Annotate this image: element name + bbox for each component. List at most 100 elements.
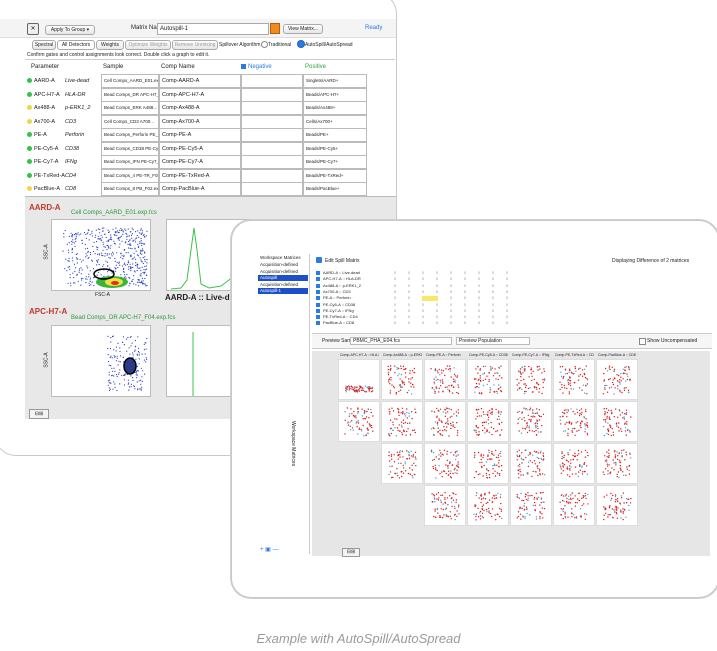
negative-gate-field[interactable] xyxy=(241,141,303,156)
matrix-cell[interactable]: 0 xyxy=(422,308,424,314)
matrix-cell[interactable]: 0 xyxy=(436,283,438,289)
matrix-cell[interactable]: 0 xyxy=(450,302,452,308)
matrix-cell[interactable]: 0 xyxy=(436,320,438,326)
comp-name-field[interactable]: Comp-PE-Cy7-A xyxy=(159,155,241,169)
tab-spectral[interactable]: Spectral xyxy=(32,40,56,50)
compensation-plot[interactable] xyxy=(596,443,638,484)
comp-name-field[interactable]: Comp-Ax700-A xyxy=(159,114,241,129)
tree-item[interactable]: Autospill-1 xyxy=(258,288,308,294)
table-row[interactable]: AARD-ALive-deadCell Comps_AARD_E01.exp.f… xyxy=(25,74,395,88)
tree-item[interactable]: Autospill xyxy=(258,275,308,281)
matrix-cell[interactable]: 0 xyxy=(506,289,508,295)
comp-name-field[interactable]: Comp-PacBlue-A xyxy=(159,182,241,196)
table-row[interactable]: Ax700-A CD3 Cell Comps_CD3 A700... Comp-Ax7… xyxy=(25,114,395,129)
compensation-plot[interactable] xyxy=(467,401,509,442)
compensation-plot[interactable] xyxy=(510,443,552,484)
tree-item[interactable]: Acquisition-defined xyxy=(258,262,308,268)
compensation-plot[interactable] xyxy=(510,359,552,400)
matrix-cell[interactable]: 0 xyxy=(478,308,480,314)
matrix-cell[interactable]: 0 xyxy=(450,295,452,301)
sample-select[interactable]: Bead Comps_8 PB_F02.exp.fcs xyxy=(101,182,159,196)
tab-weights[interactable]: Weights xyxy=(96,40,124,50)
positive-gate-field[interactable]: Cells/Ax700+ xyxy=(303,114,367,129)
compensation-plot[interactable] xyxy=(467,485,509,526)
matrix-cell[interactable]: 0 xyxy=(506,308,508,314)
matrix-cell[interactable]: 0 xyxy=(450,314,452,320)
tab-optimize-weights[interactable]: Optimize Weights xyxy=(125,40,171,50)
row-checkbox[interactable] xyxy=(316,315,320,320)
row-checkbox[interactable] xyxy=(316,277,320,282)
comp-name-field[interactable]: Comp-Ax488-A xyxy=(159,101,241,115)
matrix-cell[interactable]: 0 xyxy=(478,276,480,282)
positive-gate-field[interactable]: Beads/Ax488+ xyxy=(303,101,367,115)
matrix-cell[interactable]: 0 xyxy=(506,276,508,282)
tab-all-detectors[interactable]: All Detectors xyxy=(57,40,95,50)
matrix-cell[interactable]: 0 xyxy=(492,283,494,289)
zoom-controls-2[interactable]: ⊟⊞ xyxy=(342,548,360,557)
matrix-cell[interactable]: 0 xyxy=(450,320,452,326)
matrix-cell[interactable]: 0 xyxy=(464,308,466,314)
compensation-plot[interactable] xyxy=(338,359,380,400)
compensation-plot[interactable] xyxy=(596,485,638,526)
matrix-cell[interactable]: 0 xyxy=(492,320,494,326)
compensation-plot[interactable] xyxy=(553,443,595,484)
compensation-plot[interactable] xyxy=(424,485,466,526)
table-row[interactable]: PE-Cy5-ACD38Bead Comps_CD38 PE-Cy5_F05.e… xyxy=(25,141,395,156)
positive-gate-field[interactable]: Beads/PE+ xyxy=(303,128,367,142)
matrix-cell[interactable]: 0 xyxy=(506,320,508,326)
matrix-cell[interactable]: 0 xyxy=(422,314,424,320)
compensation-plot[interactable] xyxy=(553,485,595,526)
compensation-plot[interactable] xyxy=(596,359,638,400)
matrix-cell[interactable]: 0 xyxy=(394,302,396,308)
negative-gate-field[interactable] xyxy=(241,155,303,169)
matrix-cell[interactable]: 0 xyxy=(436,289,438,295)
negative-gate-field[interactable] xyxy=(241,87,303,102)
scatter-plot-apc[interactable] xyxy=(51,325,151,397)
tab-remove-unmixing[interactable]: Remove Unmixing xyxy=(172,40,218,50)
compensation-plot[interactable] xyxy=(424,359,466,400)
matrix-cell[interactable]: 0 xyxy=(436,270,438,276)
matrix-cell[interactable]: 0 xyxy=(408,320,410,326)
row-checkbox[interactable] xyxy=(316,271,320,275)
matrix-cell[interactable]: 0 xyxy=(450,308,452,314)
matrix-cell[interactable]: 0 xyxy=(394,270,396,276)
matrix-cell[interactable]: 0 xyxy=(506,270,508,276)
matrix-cell[interactable]: 0 xyxy=(464,320,466,326)
matrix-cell[interactable]: 0 xyxy=(464,314,466,320)
matrix-cell[interactable]: 0 xyxy=(464,295,466,301)
row-checkbox[interactable] xyxy=(316,289,320,294)
compensation-plot[interactable] xyxy=(467,359,509,400)
sample-select[interactable]: Bead Comps_Perforin PE_F06.exp.fcs xyxy=(101,128,159,142)
sample-select[interactable]: Bead Comps_DR APC-H7_F04.exp.fcs xyxy=(101,87,159,102)
table-row[interactable]: PE-TxRed-ACD4Bead Comps_4 PE-TR_F08.exp.… xyxy=(25,168,395,183)
compensation-plot[interactable] xyxy=(553,401,595,442)
matrix-cell[interactable]: 0 xyxy=(506,314,508,320)
tree-item[interactable]: Acquisition-defined xyxy=(258,269,308,275)
matrix-cell[interactable]: 0 xyxy=(450,283,452,289)
table-row[interactable]: APC-H7-AHLA-DRBead Comps_DR APC-H7_F04.e… xyxy=(25,87,395,102)
positive-gate-field[interactable]: Singlets/AARD+ xyxy=(303,74,367,88)
matrix-cell[interactable]: 0 xyxy=(492,276,494,282)
matrix-cell[interactable]: 0 xyxy=(478,270,480,276)
matrix-cell[interactable]: 0 xyxy=(408,270,410,276)
matrix-cell[interactable]: 0 xyxy=(506,295,508,301)
compensation-plot[interactable] xyxy=(338,401,380,442)
positive-gate-field[interactable]: Beads/PacBlue+ xyxy=(303,182,367,196)
matrix-cell[interactable]: 0 xyxy=(408,289,410,295)
sample-select[interactable]: Cell Comps_AARD_E01.exp.fcs xyxy=(101,74,159,88)
preview-sample-select[interactable]: PBMC_PHA_E04.fcs xyxy=(350,337,452,345)
matrix-cell[interactable]: 0 xyxy=(408,295,410,301)
matrix-cell[interactable]: 0 xyxy=(506,302,508,308)
table-row[interactable]: Ax488-A p-ERK1_2 Bead Comps_ERK A488... Com… xyxy=(25,101,395,115)
matrix-cell[interactable]: 0 xyxy=(506,283,508,289)
matrix-cell[interactable]: 0 xyxy=(478,289,480,295)
matrix-cell[interactable]: 0 xyxy=(478,314,480,320)
row-checkbox[interactable] xyxy=(316,308,320,313)
matrix-cell[interactable]: 0 xyxy=(422,289,424,295)
comp-name-field[interactable]: Comp-PE-TxRed-A xyxy=(159,168,241,183)
compensation-plot[interactable] xyxy=(510,485,552,526)
matrix-cell[interactable]: 0 xyxy=(492,295,494,301)
sample-select[interactable]: Bead Comps_ERK A488... xyxy=(101,101,159,115)
matrix-cell[interactable]: 0 xyxy=(436,314,438,320)
view-matrix-button[interactable]: View Matrix... xyxy=(283,24,323,34)
